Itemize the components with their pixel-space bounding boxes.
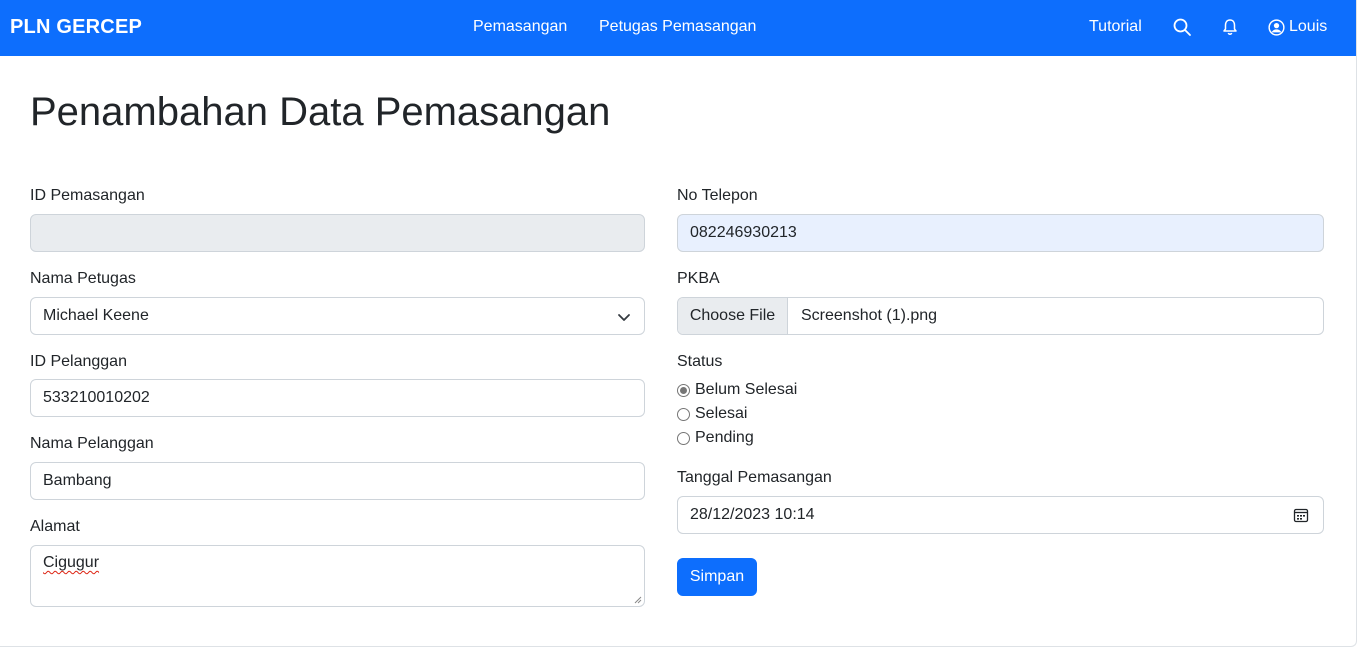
radio-label-pending: Pending [695,429,754,446]
simpan-button[interactable]: Simpan [677,558,757,596]
pkba-file-name: Screenshot (1).png [801,307,938,324]
user-circle-icon [1268,18,1285,36]
id-pemasangan-input [30,214,645,252]
alamat-label: Alamat [30,518,80,535]
choose-file-button[interactable]: Choose File [678,298,788,334]
nama-pelanggan-input[interactable] [30,462,645,500]
user-name: Louis [1289,18,1328,35]
status-option-belum-selesai[interactable]: Belum Selesai [677,381,797,399]
nama-petugas-selected: Michael Keene [43,307,149,324]
radio-belum-selesai[interactable] [677,383,690,397]
pkba-label: PKBA [677,270,720,287]
id-pemasangan-label: ID Pemasangan [30,187,145,204]
no-telepon-label: No Telepon [677,187,758,204]
tanggal-value: 28/12/2023 10:14 [690,506,815,523]
nama-petugas-label: Nama Petugas [30,270,136,287]
nav-link-petugas-pemasangan[interactable]: Petugas Pemasangan [599,18,756,36]
id-pelanggan-input[interactable] [30,379,645,417]
search-icon[interactable] [1172,17,1192,37]
status-option-selesai[interactable]: Selesai [677,405,747,423]
radio-pending[interactable] [677,431,690,445]
page-frame: PLN GERCEP Pemasangan Petugas Pemasangan… [0,0,1357,647]
no-telepon-input[interactable] [677,214,1324,252]
chevron-down-icon [617,311,631,323]
user-menu[interactable]: Louis [1268,18,1327,36]
nav-link-tutorial[interactable]: Tutorial [1089,18,1142,36]
pkba-file-input[interactable]: Choose File Screenshot (1).png [677,297,1324,335]
tanggal-label: Tanggal Pemasangan [677,469,832,486]
calendar-icon[interactable] [1293,507,1309,523]
nama-pelanggan-label: Nama Pelanggan [30,435,154,452]
page-title: Penambahan Data Pemasangan [30,90,611,134]
navbar: PLN GERCEP Pemasangan Petugas Pemasangan… [0,0,1356,56]
radio-selesai[interactable] [677,407,690,421]
status-option-pending[interactable]: Pending [677,429,754,447]
bell-icon[interactable] [1220,17,1240,37]
resize-grip-icon[interactable] [634,596,642,604]
alamat-textarea[interactable]: Cigugur [30,545,645,607]
nama-petugas-select[interactable]: Michael Keene [30,297,645,335]
tanggal-input[interactable]: 28/12/2023 10:14 [677,496,1324,534]
radio-label-selesai: Selesai [695,405,748,422]
radio-label-belum-selesai: Belum Selesai [695,381,798,398]
nav-link-pemasangan[interactable]: Pemasangan [473,18,567,36]
status-label: Status [677,353,723,370]
alamat-text: Cigugur [43,554,100,571]
id-pelanggan-label: ID Pelanggan [30,353,127,370]
brand-logo[interactable]: PLN GERCEP [10,16,142,39]
